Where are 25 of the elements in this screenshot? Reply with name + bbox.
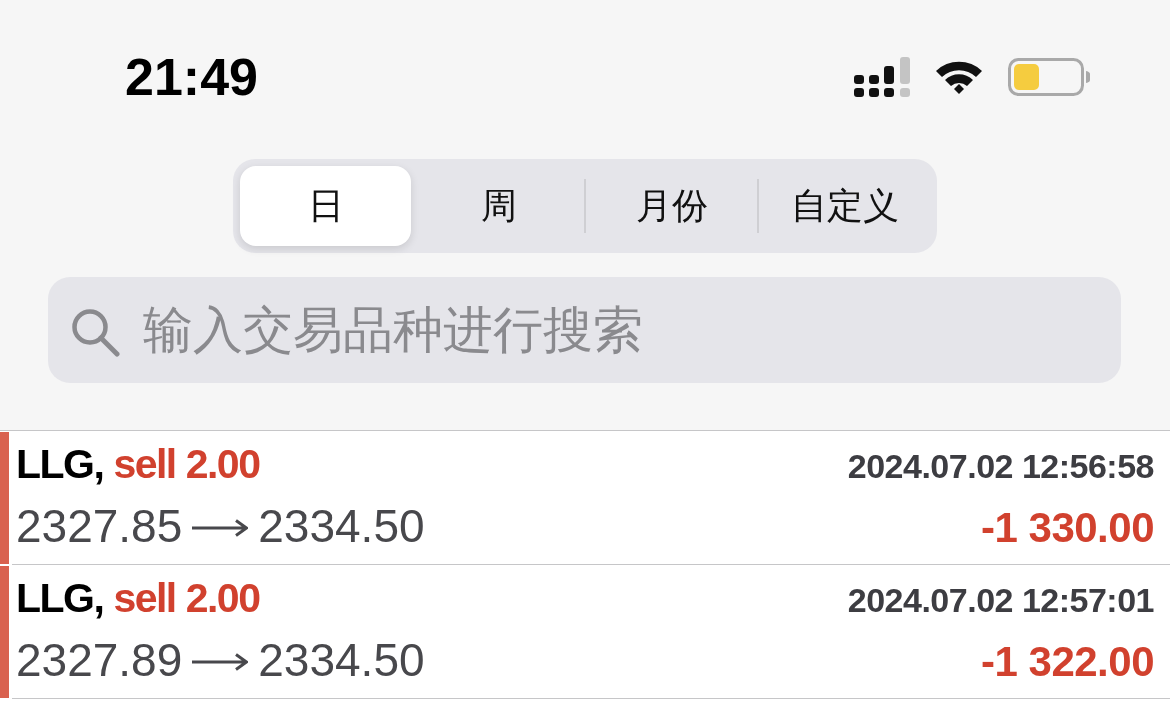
right-arrow-icon [192, 653, 249, 671]
battery-icon [1008, 58, 1090, 96]
deal-order: sell 2.00 [113, 575, 260, 622]
period-tab[interactable]: 周 [413, 166, 584, 246]
right-arrow-icon [192, 519, 249, 537]
deal-profit: -1 322.00 [981, 638, 1154, 686]
deal-order: sell 2.00 [113, 441, 260, 488]
period-tab[interactable]: 自定义 [759, 166, 930, 246]
deal-symbol: LLG, [16, 441, 104, 488]
deal-time: 2024.07.02 12:57:01 [847, 581, 1154, 620]
open-price: 2327.85 [16, 499, 183, 553]
search-field[interactable]: 输入交易品种进行搜索 [48, 277, 1121, 383]
deal-profit: -1 330.00 [981, 504, 1154, 552]
signal-icon [854, 57, 910, 97]
wifi-icon [934, 59, 984, 95]
deal-symbol: LLG, [16, 575, 104, 622]
close-price: 2334.50 [258, 633, 425, 687]
open-price: 2327.89 [16, 633, 183, 687]
search-icon [70, 307, 120, 357]
deal-time: 2024.07.02 12:56:58 [847, 447, 1154, 486]
status-time: 21:49 [125, 51, 258, 103]
deal-item[interactable]: LLG, sell 2.00 2024.07.02 12:57:01 2327.89 2334.50 -1 322.00 [12, 565, 1170, 699]
close-price: 2334.50 [258, 499, 425, 553]
period-tab[interactable]: 月份 [586, 166, 757, 246]
period-tab[interactable]: 日 [240, 166, 411, 246]
